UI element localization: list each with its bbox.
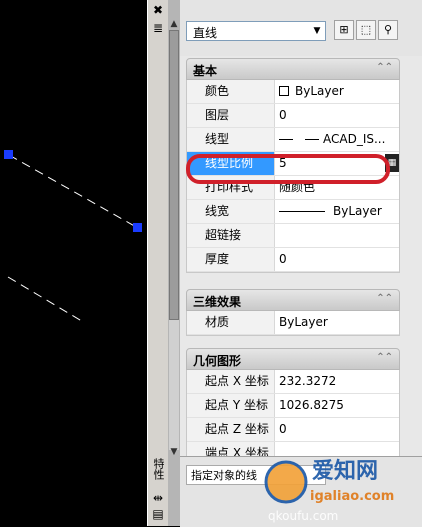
linetype-preview-icon [279, 139, 293, 140]
prop-name: 厚度 [187, 248, 275, 271]
prop-row-layer[interactable]: 图层 0 [187, 104, 399, 128]
watermark-logo: 爱知网 igaliao.com qkoufu.com [264, 458, 394, 523]
prop-row-start-z[interactable]: 起点 Z 坐标 0 [187, 418, 399, 442]
lineweight-preview-icon [279, 211, 325, 212]
prop-value[interactable] [275, 224, 399, 247]
prop-name: 线宽 [187, 200, 275, 223]
watermark-line2: igaliao.com [310, 489, 394, 504]
selected-line[interactable] [8, 154, 139, 229]
prop-value[interactable]: 0 [275, 248, 399, 271]
object-type-value: 直线 [193, 26, 218, 40]
prop-name: 超链接 [187, 224, 275, 247]
palette-side-strip: ✖ ≣ 特性 ⇹ ▤ [147, 0, 169, 526]
palette-menu-icon[interactable]: ▤ [150, 506, 166, 522]
section-geometry-title: 几何图形 [193, 354, 242, 368]
prop-row-linetype[interactable]: 线型 ACAD_IS... [187, 128, 399, 152]
autohide-icon[interactable]: ⇹ [150, 490, 166, 506]
scroll-thumb[interactable] [169, 30, 179, 320]
section-3d-title: 三维效果 [193, 295, 242, 309]
prop-value[interactable]: ByLayer [275, 311, 399, 334]
other-line[interactable] [7, 276, 86, 324]
prop-row-thickness[interactable]: 厚度 0 [187, 248, 399, 272]
prop-name: 材质 [187, 311, 275, 334]
properties-icon[interactable]: ≣ [150, 20, 166, 36]
prop-value[interactable]: 232.3272 [275, 370, 399, 393]
palette-title: 特性 [152, 458, 165, 480]
prop-row-color[interactable]: 颜色 ByLayer [187, 80, 399, 104]
prop-value[interactable]: 1026.8275 [275, 394, 399, 417]
prop-name: 线型比例 [187, 152, 275, 175]
prop-name: 线型 [187, 128, 275, 151]
prop-row-hyperlink[interactable]: 超链接 [187, 224, 399, 248]
linetype-preview-icon [305, 139, 319, 140]
prop-row-start-x[interactable]: 起点 X 坐标 232.3272 [187, 370, 399, 394]
close-icon[interactable]: ✖ [150, 2, 166, 18]
prop-value[interactable]: 0 [275, 418, 399, 441]
pickadd-icon[interactable]: ⚲ [378, 20, 398, 40]
collapse-icon[interactable]: ⌃⌃ [376, 293, 393, 304]
canvas-drawing [4, 150, 142, 324]
prop-row-linetype-scale[interactable]: 线型比例 5 ▦ [187, 152, 399, 176]
scroll-up-icon[interactable]: ▲ [168, 18, 180, 30]
quick-select-icon[interactable]: ⊞ [334, 20, 354, 40]
prop-name: 颜色 [187, 80, 275, 103]
prop-name: 打印样式 [187, 176, 275, 199]
linetype-scale-input[interactable]: 5 ▦ [275, 152, 399, 175]
prop-name: 起点 Y 坐标 [187, 394, 275, 417]
chevron-down-icon[interactable]: ▼ [309, 22, 325, 40]
prop-value[interactable]: ByLayer [275, 80, 399, 103]
prop-row-plotstyle[interactable]: 打印样式 随颜色 [187, 176, 399, 200]
drawing-canvas[interactable] [0, 0, 147, 526]
prop-name: 起点 Z 坐标 [187, 418, 275, 441]
panel-toolbar: 直线 ▼ ⊞ ⬚ ⚲ [180, 0, 422, 56]
prop-name: 图层 [187, 104, 275, 127]
section-basic-header[interactable]: 基本 ⌃⌃ [186, 58, 400, 80]
lineweight-value: ByLayer [333, 204, 382, 218]
section-basic: 基本 ⌃⌃ 颜色 ByLayer 图层 0 线型 ACAD_IS... 线型比例… [186, 58, 400, 273]
color-value: ByLayer [295, 84, 344, 98]
section-3d-header[interactable]: 三维效果 ⌃⌃ [186, 289, 400, 311]
linetype-value: ACAD_IS... [323, 132, 386, 146]
prop-row-lineweight[interactable]: 线宽 ByLayer [187, 200, 399, 224]
section-basic-title: 基本 [193, 64, 218, 78]
prop-value[interactable]: ACAD_IS... [275, 128, 399, 151]
properties-scrollbar[interactable]: ▲ ▼ [168, 0, 180, 526]
prop-value[interactable]: ByLayer [275, 200, 399, 223]
collapse-icon[interactable]: ⌃⌃ [376, 62, 393, 73]
object-type-select[interactable]: 直线 ▼ [186, 21, 326, 41]
prop-value[interactable]: 0 [275, 104, 399, 127]
collapse-icon[interactable]: ⌃⌃ [376, 352, 393, 363]
grip-start[interactable] [4, 150, 13, 159]
prop-row-material[interactable]: 材质 ByLayer [187, 311, 399, 335]
calculator-icon[interactable]: ▦ [385, 154, 399, 172]
select-objects-icon[interactable]: ⬚ [356, 20, 376, 40]
scroll-down-icon[interactable]: ▼ [168, 446, 180, 458]
section-3d-effects: 三维效果 ⌃⌃ 材质 ByLayer [186, 289, 400, 336]
color-swatch-icon [279, 86, 289, 96]
linetype-scale-value: 5 [279, 156, 287, 170]
watermark-line1: 爱知网 [312, 458, 378, 484]
grip-end[interactable] [133, 223, 142, 232]
prop-name: 起点 X 坐标 [187, 370, 275, 393]
prop-value[interactable]: 随颜色 [275, 176, 399, 199]
section-geometry-header[interactable]: 几何图形 ⌃⌃ [186, 348, 400, 370]
watermark-line3: qkoufu.com [268, 509, 338, 523]
prop-row-start-y[interactable]: 起点 Y 坐标 1026.8275 [187, 394, 399, 418]
